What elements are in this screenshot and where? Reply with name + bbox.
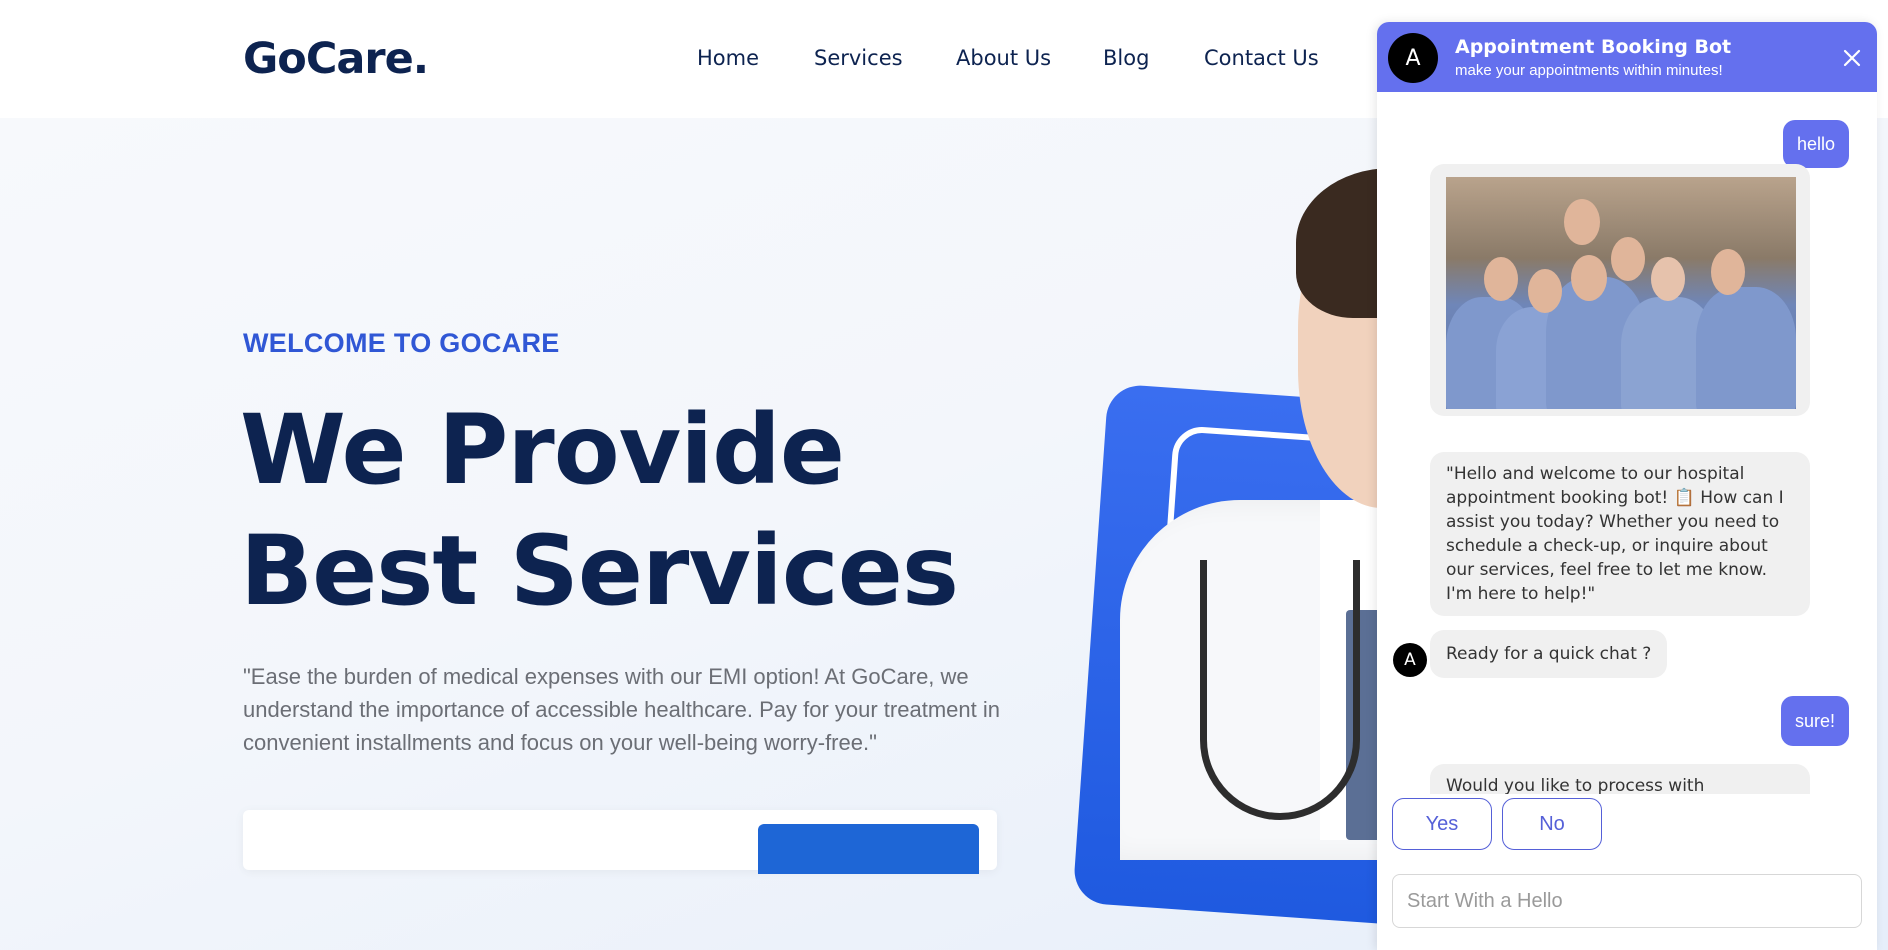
bot-message: Would you like to process with — [1430, 764, 1810, 794]
bot-image-message — [1430, 164, 1810, 416]
nav-about-us[interactable]: About Us — [956, 46, 1051, 70]
bot-small-avatar: A — [1393, 643, 1427, 677]
hero-title-line1: We Provide — [240, 394, 845, 506]
team-photo-image — [1446, 177, 1796, 409]
bot-avatar: A — [1388, 33, 1438, 83]
user-message: hello — [1782, 120, 1849, 168]
bot-message: Ready for a quick chat ? — [1430, 630, 1668, 678]
stethoscope-illustration — [1200, 560, 1360, 820]
hero-form-button[interactable] — [758, 824, 979, 874]
hero-title-line2: Best Services — [240, 515, 959, 627]
hero-title: We Provide Best Services — [240, 390, 1060, 632]
site-logo[interactable]: GoCare. — [243, 34, 429, 84]
nav-contact-us[interactable]: Contact Us — [1204, 46, 1319, 70]
hero-description: "Ease the burden of medical expenses wit… — [243, 664, 1000, 755]
quick-reply-yes[interactable]: Yes — [1392, 798, 1492, 850]
chat-widget: A Appointment Booking Bot make your appo… — [1377, 22, 1877, 950]
hero-booking-form — [243, 810, 997, 874]
nav-services[interactable]: Services — [814, 46, 903, 70]
chat-subtitle: make your appointments within minutes! — [1455, 62, 1723, 79]
user-message: sure! — [1780, 696, 1849, 746]
nav-home[interactable]: Home — [697, 46, 759, 70]
chat-input[interactable] — [1392, 874, 1862, 928]
chat-messages[interactable]: hello "Hello and welcome to our hospital… — [1377, 92, 1877, 794]
close-icon[interactable] — [1840, 46, 1864, 70]
hero-kicker: WELCOME TO GOCARE — [243, 328, 560, 358]
chat-title: Appointment Booking Bot — [1455, 36, 1732, 58]
chat-header: A Appointment Booking Bot make your appo… — [1377, 22, 1877, 92]
nav-blog[interactable]: Blog — [1103, 46, 1149, 70]
quick-reply-no[interactable]: No — [1502, 798, 1602, 850]
bot-message: "Hello and welcome to our hospital appoi… — [1430, 452, 1810, 616]
